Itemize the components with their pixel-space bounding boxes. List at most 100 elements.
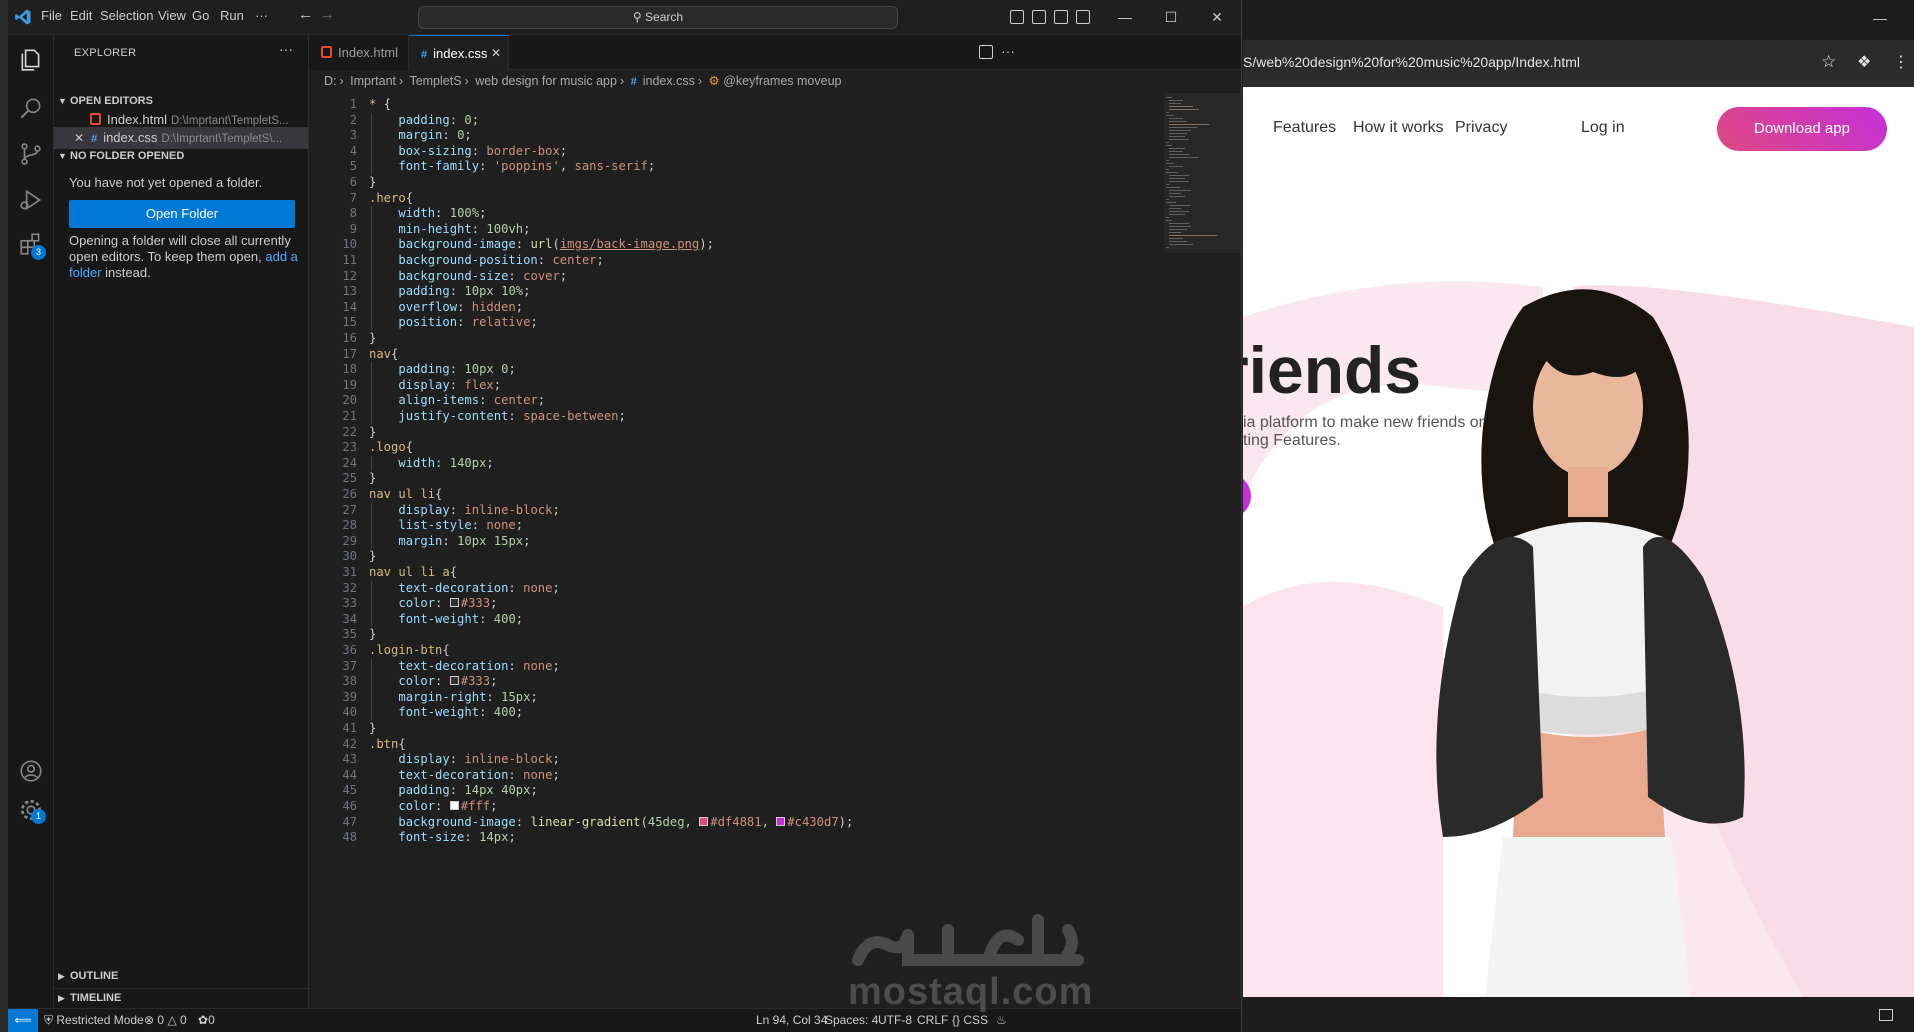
remote-indicator-icon[interactable]: ⟸ — [8, 1009, 38, 1032]
line-number: 47 — [342, 814, 357, 829]
minimap[interactable] — [1164, 93, 1241, 1008]
editor-more-actions-icon[interactable]: ··· — [1001, 43, 1015, 59]
tab-bar: Index.html # index.css ✕ ··· — [309, 35, 1241, 70]
nav-link-how-it-works[interactable]: How it works — [1353, 119, 1444, 137]
breadcrumb-folder[interactable]: web design for music app — [475, 74, 617, 88]
color-swatch[interactable] — [449, 598, 459, 608]
open-folder-button[interactable]: Open Folder — [69, 200, 295, 228]
accounts-icon[interactable] — [18, 758, 44, 784]
open-editor-path: D:\Imprtant\TempletS\... — [161, 133, 283, 145]
browser-menu-icon[interactable]: ⋮ — [1893, 52, 1909, 72]
line-number: 10 — [342, 237, 357, 252]
no-folder-header[interactable]: ▼ NO FOLDER OPENED — [58, 150, 184, 162]
tab-label: index.css — [433, 46, 488, 61]
customize-layout-icon[interactable] — [1076, 10, 1090, 24]
chevron-right-icon: ▶ — [58, 971, 65, 981]
line-number: 28 — [342, 518, 357, 533]
color-swatch[interactable] — [776, 816, 786, 826]
line-number: 33 — [342, 596, 357, 611]
toggle-panel-icon[interactable] — [1032, 10, 1046, 24]
line-number: 27 — [342, 502, 357, 517]
outline-label: OUTLINE — [70, 970, 119, 982]
problems-indicator[interactable]: ⊗ 0 △ 0 — [144, 1013, 187, 1027]
extensions-puzzle-icon[interactable]: ❖ — [1857, 52, 1871, 72]
code-line: text-decoration: none; — [398, 767, 560, 782]
color-swatch[interactable] — [699, 816, 709, 826]
chevron-down-icon: ▼ — [58, 151, 67, 161]
menu-run[interactable]: Run — [220, 8, 244, 23]
open-editor-item-css[interactable]: ✕ # index.css D:\Imprtant\TempletS\... — [54, 127, 308, 149]
outline-header[interactable]: ▶ OUTLINE — [58, 970, 118, 982]
menu-go[interactable]: Go — [192, 8, 209, 23]
forward-arrow-icon[interactable]: → — [320, 6, 335, 23]
menu-selection[interactable]: Selection — [100, 8, 153, 23]
menu-edit[interactable]: Edit — [70, 8, 92, 23]
line-number: 43 — [342, 752, 357, 767]
source-control-icon[interactable] — [18, 141, 44, 167]
code-line: .hero{ — [369, 190, 414, 205]
ports-indicator[interactable]: ✿0 — [198, 1013, 215, 1027]
code-line: text-decoration: none; — [398, 658, 560, 673]
line-number: 22 — [342, 424, 357, 439]
css-file-icon: # — [421, 49, 428, 61]
close-window-icon[interactable]: ✕ — [1194, 0, 1240, 35]
line-number: 41 — [342, 721, 357, 735]
breadcrumb-file[interactable]: index.css — [643, 74, 695, 88]
breadcrumb-symbol[interactable]: @keyframes moveup — [723, 74, 841, 88]
url-field[interactable]: S/web%20design%20for%20music%20app/Index… — [1243, 54, 1580, 70]
browser-address-bar: S/web%20design%20for%20music%20app/Index… — [1243, 40, 1914, 87]
nav-link-privacy[interactable]: Privacy — [1455, 119, 1507, 137]
code-editor[interactable]: * { padding: 0; margin: 0; box-sizing: b… — [369, 93, 1169, 1008]
explorer-icon[interactable] — [18, 47, 44, 73]
restricted-mode[interactable]: ⛨ Restricted Mode — [44, 1013, 144, 1028]
maximize-icon[interactable]: ☐ — [1148, 0, 1194, 35]
code-line: padding: 10px 0; — [398, 362, 516, 377]
line-number: 40 — [342, 705, 357, 720]
more-actions-icon[interactable]: ··· — [279, 41, 293, 57]
tab-index-html[interactable]: Index.html — [309, 35, 409, 70]
download-app-button[interactable]: Download app — [1717, 107, 1887, 151]
code-line: * { — [369, 97, 392, 111]
color-swatch[interactable] — [449, 801, 459, 810]
vscode-window: File Edit Selection View Go Run ··· ← → … — [8, 0, 1242, 1032]
toggle-secondary-sidebar-icon[interactable] — [1054, 10, 1068, 24]
run-debug-icon[interactable] — [18, 187, 44, 213]
line-number: 1 — [349, 97, 357, 111]
search-view-icon[interactable] — [18, 95, 44, 121]
split-editor-icon[interactable] — [979, 45, 993, 59]
tray-icon[interactable] — [1879, 1009, 1893, 1021]
menu-view[interactable]: View — [158, 8, 186, 23]
color-swatch[interactable] — [449, 676, 459, 686]
timeline-header[interactable]: ▶ TIMELINE — [58, 992, 121, 1004]
menu-file[interactable]: File — [41, 8, 62, 23]
code-line: font-size: 14px; — [398, 830, 516, 845]
nav-link-features[interactable]: Features — [1273, 119, 1336, 137]
menu-more[interactable]: ··· — [255, 8, 268, 23]
line-number: 35 — [342, 627, 357, 642]
close-editor-icon[interactable]: ✕ — [74, 131, 84, 145]
breadcrumb-folder[interactable]: TempletS — [409, 74, 461, 88]
minimap-lines — [1164, 93, 1241, 253]
code-line: width: 140px; — [398, 455, 494, 470]
bookmark-star-icon[interactable]: ☆ — [1821, 52, 1836, 72]
tab-index-css[interactable]: # index.css ✕ — [409, 35, 509, 70]
line-number: 13 — [342, 284, 357, 299]
breadcrumb-folder[interactable]: Imprtant — [350, 74, 396, 88]
explorer-sidebar: EXPLORER ··· ▼ OPEN EDITORS Index.html D:\… — [54, 35, 309, 1008]
code-line: min-height: 100vh; — [398, 221, 531, 236]
minimize-icon[interactable]: — — [1873, 10, 1887, 26]
back-arrow-icon[interactable]: ← — [298, 6, 313, 23]
breadcrumb-drive[interactable]: D: — [324, 74, 337, 88]
login-link[interactable]: Log in — [1581, 119, 1625, 137]
info-text: Opening a folder will close all currentl… — [69, 233, 291, 264]
line-number: 8 — [349, 206, 357, 221]
line-number: 6 — [349, 175, 357, 189]
code-line: background-size: cover; — [398, 268, 568, 283]
command-center-search[interactable]: ⚲ Search — [418, 6, 898, 29]
code-line: font-weight: 400; — [398, 611, 524, 626]
open-editors-header[interactable]: ▼ OPEN EDITORS — [58, 95, 153, 107]
cursor-position[interactable]: Ln 94, Col 34 — [756, 1013, 827, 1027]
close-tab-icon[interactable]: ✕ — [491, 36, 501, 71]
toggle-primary-sidebar-icon[interactable] — [1010, 10, 1024, 24]
minimize-icon[interactable]: — — [1102, 0, 1148, 35]
